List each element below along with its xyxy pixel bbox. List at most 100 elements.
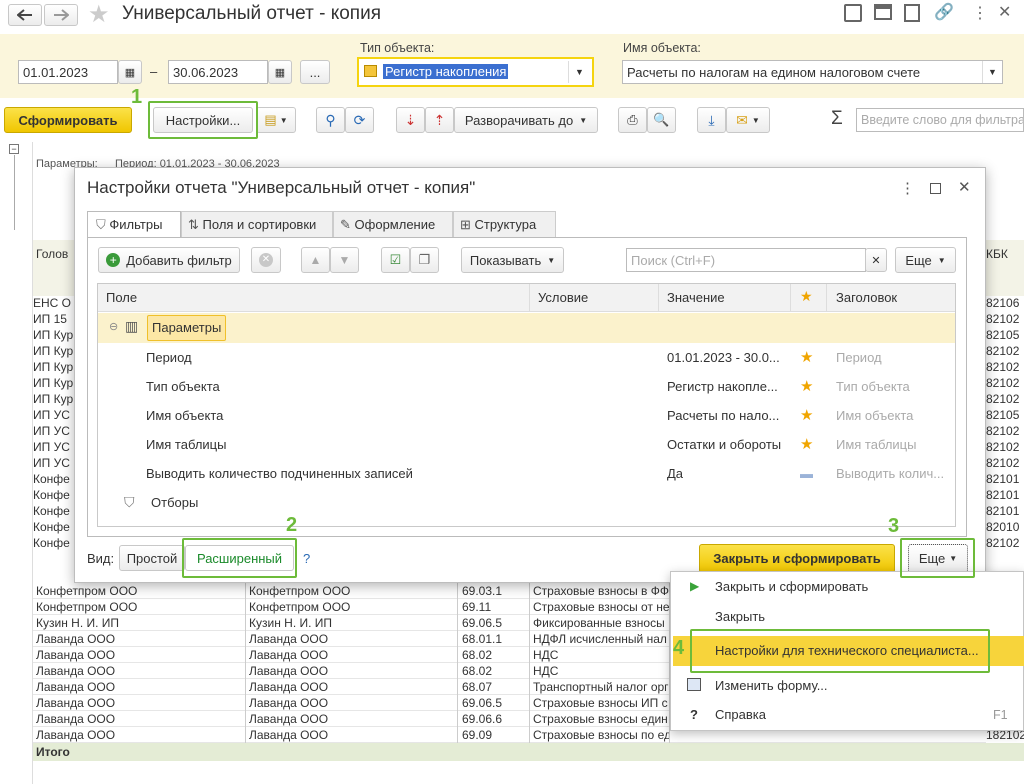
grid-row[interactable]: Тип объекта Регистр накопле... ★ Тип объект… (98, 372, 955, 401)
grid-row[interactable]: Выводить количество подчиненных записей Д… (98, 459, 955, 488)
grid-row[interactable]: Период 01.01.2023 - 30.0... ★ Период (98, 343, 955, 372)
send-email-button[interactable]: ✉ ▼ (726, 107, 770, 133)
menu-help[interactable]: Справка (673, 700, 1024, 730)
table-cell: Лаванда ООО (33, 663, 246, 679)
variant-button[interactable]: ▤ ▼ (256, 107, 296, 133)
report-left-cell: Конфе (33, 504, 70, 518)
preview-icon[interactable] (904, 4, 920, 22)
table-cell: 69.06.5 (459, 695, 530, 711)
table-cell: Лаванда ООО (246, 695, 458, 711)
tab-structure[interactable]: ⊞ Структура (453, 211, 556, 238)
forward-button[interactable] (44, 4, 78, 26)
menu-change-form[interactable]: Изменить форму... (673, 671, 1024, 701)
report-col-head: Голов (36, 247, 69, 261)
sum-icon[interactable]: Σ (831, 108, 843, 130)
table-cell: Лаванда ООО (246, 679, 458, 695)
tab-design[interactable]: ✎ Оформление (333, 211, 453, 238)
report-left-cell: ИП 15 (33, 312, 67, 326)
table-cell: 69.09 (459, 727, 530, 743)
dash-icon: ▬ (800, 466, 813, 481)
menu-close[interactable]: Закрыть (673, 602, 1024, 632)
uncheck-all-icon: ❐ (418, 252, 431, 267)
annotation-4: 4 (673, 637, 685, 659)
report-left-cell: ЕНС О (33, 296, 72, 310)
move-down-button[interactable]: ▼ (330, 247, 359, 273)
view-label: Вид: (87, 551, 115, 566)
row-field: Имя объекта (146, 408, 224, 423)
annotation-4-frame (690, 629, 990, 673)
save-file-button[interactable]: ⤓ (697, 107, 726, 133)
row-field: Имя таблицы (146, 437, 227, 452)
back-button[interactable] (8, 4, 42, 26)
move-up-button[interactable]: ▲ (301, 247, 330, 273)
dialog-title: Настройки отчета "Универсальный отчет - … (87, 178, 476, 197)
clear-search-button[interactable]: ✕ (865, 248, 887, 272)
report-left-cell: ИП Кур (33, 344, 74, 358)
filter-search-input[interactable]: Введите слово для фильтра (856, 108, 1024, 132)
expand-to-button[interactable]: Разворачивать до ▼ (454, 107, 598, 133)
date-from-field[interactable]: 01.01.2023 (18, 60, 118, 84)
tab-fields-sorting[interactable]: ⇅ Поля и сортировки (181, 211, 333, 238)
report-left-cell: Конфе (33, 520, 70, 534)
grid-row[interactable]: Имя таблицы Остатки и обороты ★ Имя таблицы (98, 430, 955, 459)
grid-row-params[interactable] (98, 313, 955, 343)
show-button[interactable]: Показывать ▼ (461, 247, 564, 273)
date-from-calendar-button[interactable]: ▦ (118, 60, 142, 84)
sort-desc-button[interactable]: ⇡ (425, 107, 454, 133)
print-preview-button[interactable]: 🔍 (647, 107, 676, 133)
row-value: 01.01.2023 - 30.0... (667, 350, 780, 365)
delete-filter-button[interactable]: ✕ (251, 247, 281, 273)
collapse-icon[interactable]: − (9, 144, 19, 154)
print-icon[interactable] (874, 4, 892, 20)
close-generate-button[interactable]: Закрыть и сформировать (699, 544, 895, 573)
save-icon[interactable] (844, 4, 862, 22)
favorite-star-icon[interactable]: ★ (88, 0, 110, 29)
check-all-button[interactable]: ☑ (381, 247, 410, 273)
report-left-cell: ИП УС (33, 424, 70, 438)
link-icon[interactable]: 🔗 (934, 2, 954, 22)
object-name-field[interactable]: Расчеты по налогам на едином налоговом с… (622, 60, 1003, 84)
table-cell: Страховые взносы ИП с (530, 695, 670, 711)
parameters-icon: ▥ (125, 318, 139, 334)
col-field: Поле (106, 290, 138, 305)
dialog-maximize-icon[interactable] (930, 183, 941, 194)
table-cell: НДС (530, 647, 670, 663)
row-title: Имя объекта (836, 408, 914, 423)
period-select-button[interactable]: ... (300, 60, 330, 84)
sort-asc-button[interactable]: ⇣ (396, 107, 425, 133)
menu-help-shortcut: F1 (993, 708, 1008, 722)
report-left-cell: ИП УС (33, 440, 70, 454)
dialog-more-icon[interactable]: ⋮ (900, 179, 915, 197)
report-kbk-cell: 82106 (986, 296, 1020, 310)
filters-group-icon: ⛉ (124, 494, 135, 510)
grid-row[interactable]: Имя объекта Расчеты по нало... ★ Имя объект… (98, 401, 955, 430)
table-cell: Конфетпром ООО (33, 583, 246, 599)
arrow-up-icon: ▲ (309, 253, 322, 267)
tab-filters[interactable]: ⛉ Фильтры (87, 211, 181, 238)
search-icon: ⚲ (325, 111, 336, 128)
table-cell: 69.03.1 (459, 583, 530, 599)
date-to-calendar-button[interactable]: ▦ (268, 60, 292, 84)
dialog-more-button[interactable]: Еще ▼ (895, 247, 956, 273)
more-vertical-icon[interactable]: ⋮ (972, 3, 988, 23)
report-kbk-cell: 82102 (986, 344, 1020, 358)
help-link[interactable]: ? (303, 551, 310, 566)
print-button[interactable]: ⎙ (618, 107, 647, 133)
find-next-button[interactable]: ⟳ (345, 107, 374, 133)
find-button[interactable]: ⚲ (316, 107, 345, 133)
object-name-label: Имя объекта: (623, 41, 701, 55)
generate-button[interactable]: Сформировать (4, 107, 132, 133)
table-cell: Страховые взносы по единому тарифу (530, 727, 670, 743)
total-row: Итого (33, 743, 1024, 761)
object-type-dropdown[interactable]: ▼ (568, 61, 590, 83)
uncheck-all-button[interactable]: ❐ (410, 247, 439, 273)
dialog-search-input[interactable]: Поиск (Ctrl+F) (626, 248, 866, 272)
table-cell: Конфетпром ООО (33, 599, 246, 615)
collapse-group-icon[interactable]: ⊖ (109, 320, 118, 333)
add-filter-button[interactable]: + Добавить фильтр (98, 247, 240, 273)
object-name-dropdown[interactable]: ▼ (982, 61, 1002, 83)
dialog-close-icon[interactable]: ✕ (958, 178, 971, 196)
close-window-icon[interactable]: ✕ (998, 2, 1011, 22)
view-simple-button[interactable]: Простой (119, 545, 185, 571)
date-to-field[interactable]: 30.06.2023 (168, 60, 268, 84)
